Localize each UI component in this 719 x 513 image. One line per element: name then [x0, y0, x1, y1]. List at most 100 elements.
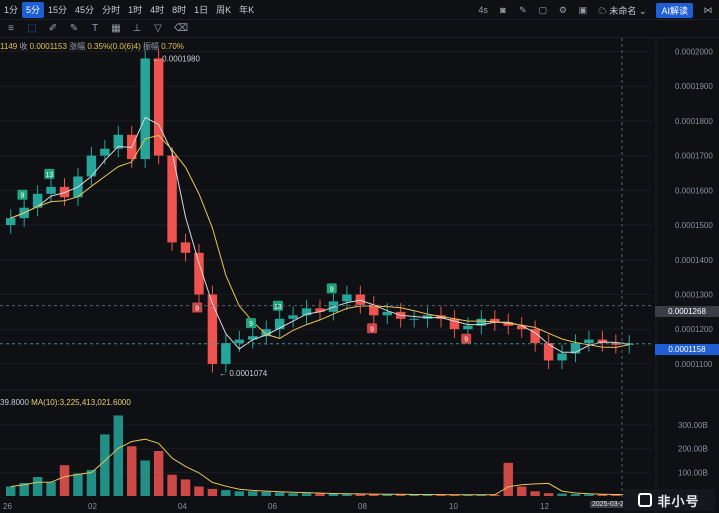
candle-body: [46, 186, 56, 194]
signal-marker-label: 13: [274, 304, 282, 311]
filter-icon[interactable]: ▽: [153, 24, 163, 34]
volume-bar: [342, 494, 352, 496]
volume-bar: [261, 491, 271, 496]
volume-bar: [167, 474, 177, 496]
signal-marker-label: 9: [464, 337, 468, 344]
volume-bar: [570, 494, 581, 496]
price-tick-label: 0.0001900: [675, 82, 713, 91]
timeframe-7[interactable]: 8时: [168, 2, 190, 18]
price-tick-label: 0.0001400: [675, 256, 713, 265]
save-icon[interactable]: ▣: [578, 5, 588, 15]
volume-bar: [315, 493, 325, 496]
candle-body: [6, 218, 16, 226]
candle-body: [86, 155, 97, 177]
price-tick-label: 0.0001700: [675, 152, 713, 161]
timeframe-8[interactable]: 1日: [190, 2, 212, 18]
volume-bar: [194, 486, 204, 496]
timeframe-1[interactable]: 5分: [22, 1, 45, 18]
candle-body: [355, 294, 366, 305]
timeframe-10[interactable]: 年K: [235, 2, 258, 18]
last-price-tag: 0.0001158: [655, 344, 719, 355]
volume-bar: [301, 493, 312, 496]
volume-bar: [288, 493, 298, 496]
candle-body: [288, 315, 298, 319]
timeframe-0[interactable]: 1分: [0, 2, 22, 18]
candle-body: [234, 339, 245, 344]
price-tick-label: 0.0001200: [675, 325, 713, 334]
candle-body: [342, 294, 352, 302]
ai-analyze-button[interactable]: AI解读: [656, 2, 693, 18]
volume-prefix: 39.8000: [0, 398, 29, 407]
brush-icon[interactable]: ✎: [69, 24, 79, 34]
layout-name-text: 未命名: [609, 5, 637, 16]
timeframe-toolbar: 1分 5分 15分 45分 分时 1时 4时 8时 1日 周K 年K 4s ◙ ✎ ▢ ⚙ ▣ ☁ …: [0, 0, 719, 20]
watermark-text: 非小号: [657, 493, 700, 509]
high-annotation: ← 0.0001980: [152, 54, 201, 63]
volume-bar: [597, 494, 608, 496]
volume-bar: [543, 493, 554, 496]
ruler-icon[interactable]: ⊥: [132, 24, 142, 34]
price-tick-label: 0.0001800: [675, 117, 713, 126]
timeframe-2[interactable]: 15分: [44, 2, 71, 18]
timeframe-5[interactable]: 1时: [124, 2, 146, 18]
timeframe-9[interactable]: 周K: [212, 2, 235, 18]
volume-bar: [59, 465, 70, 496]
crosshair-price-tag: 0.0001268: [655, 306, 719, 317]
logo-icon: [638, 493, 653, 507]
volume-bar: [46, 481, 56, 496]
menu-icon[interactable]: ≡: [6, 24, 16, 34]
text-icon[interactable]: T: [90, 24, 100, 34]
settings-icon[interactable]: ⚙: [558, 5, 568, 15]
volume-tick-label: 300.00B: [678, 421, 708, 430]
signal-marker-label: 9: [330, 286, 334, 293]
volume-legend: 39.8000 MA(10):3,225,413,021.6000: [0, 398, 131, 407]
cursor-icon[interactable]: ⬚: [27, 24, 37, 34]
candle-body: [557, 353, 567, 361]
price-tick-label: 0.0002000: [675, 47, 713, 56]
price-tick-label: 0.0001600: [675, 186, 713, 195]
edit-icon[interactable]: ✎: [518, 5, 528, 15]
signal-marker-label: 13: [45, 172, 53, 179]
volume-bar: [100, 434, 110, 496]
candle-body: [409, 318, 419, 320]
volume-bar: [328, 493, 339, 496]
pencil-icon[interactable]: ✐: [48, 24, 58, 34]
candle-body: [100, 148, 110, 156]
volume-bar: [584, 494, 594, 496]
timeframe-3[interactable]: 45分: [71, 2, 98, 18]
layout-name[interactable]: ☁ 未命名 ⌄: [598, 4, 647, 17]
candle-body: [221, 343, 231, 364]
time-tick-label: 04: [178, 502, 187, 511]
volume-bar: [180, 479, 191, 496]
candle-body: [463, 325, 473, 330]
volume-bar: [32, 477, 43, 496]
signal-marker-label: 9: [195, 305, 199, 312]
fullscreen-icon[interactable]: ▢: [538, 5, 548, 15]
camera-icon[interactable]: ◙: [498, 5, 508, 15]
time-tick-label: 26: [3, 502, 12, 511]
signal-marker-label: 9: [249, 321, 253, 328]
volume-bar: [153, 451, 164, 496]
time-tick-label: 02: [88, 502, 97, 511]
price-chart[interactable]: 0.0002000 0.0001900 0.0001800 0.0001700 0.00…: [0, 38, 719, 513]
timeframe-list: 1分 5分 15分 45分 分时 1时 4时 8时 1日 周K 年K: [0, 1, 258, 18]
volume-bar: [6, 486, 16, 496]
image-icon[interactable]: ▦: [111, 24, 121, 34]
volume-bar: [140, 460, 150, 496]
timeframe-6[interactable]: 4时: [146, 2, 168, 18]
time-tick-label: 12: [540, 502, 549, 511]
candle-body: [584, 339, 594, 344]
toolbar-right: 4s ◙ ✎ ▢ ⚙ ▣ ☁ 未命名 ⌄ AI解读 ⋈: [478, 0, 713, 20]
time-tick-label: 08: [358, 502, 367, 511]
price-tick-label: 0.0001300: [675, 290, 713, 299]
signal-marker-label: 9: [370, 326, 374, 333]
watermark-logo: 非小号: [623, 489, 715, 511]
volume-bar: [207, 488, 218, 496]
volume-bar: [274, 492, 285, 496]
volume-tick-label: 200.00B: [678, 445, 708, 454]
volume-bar: [234, 491, 245, 496]
timeframe-4[interactable]: 分时: [98, 2, 124, 18]
share-icon[interactable]: ⋈: [703, 5, 713, 15]
volume-bar: [503, 462, 513, 496]
trash-icon[interactable]: ⌫: [174, 24, 188, 34]
